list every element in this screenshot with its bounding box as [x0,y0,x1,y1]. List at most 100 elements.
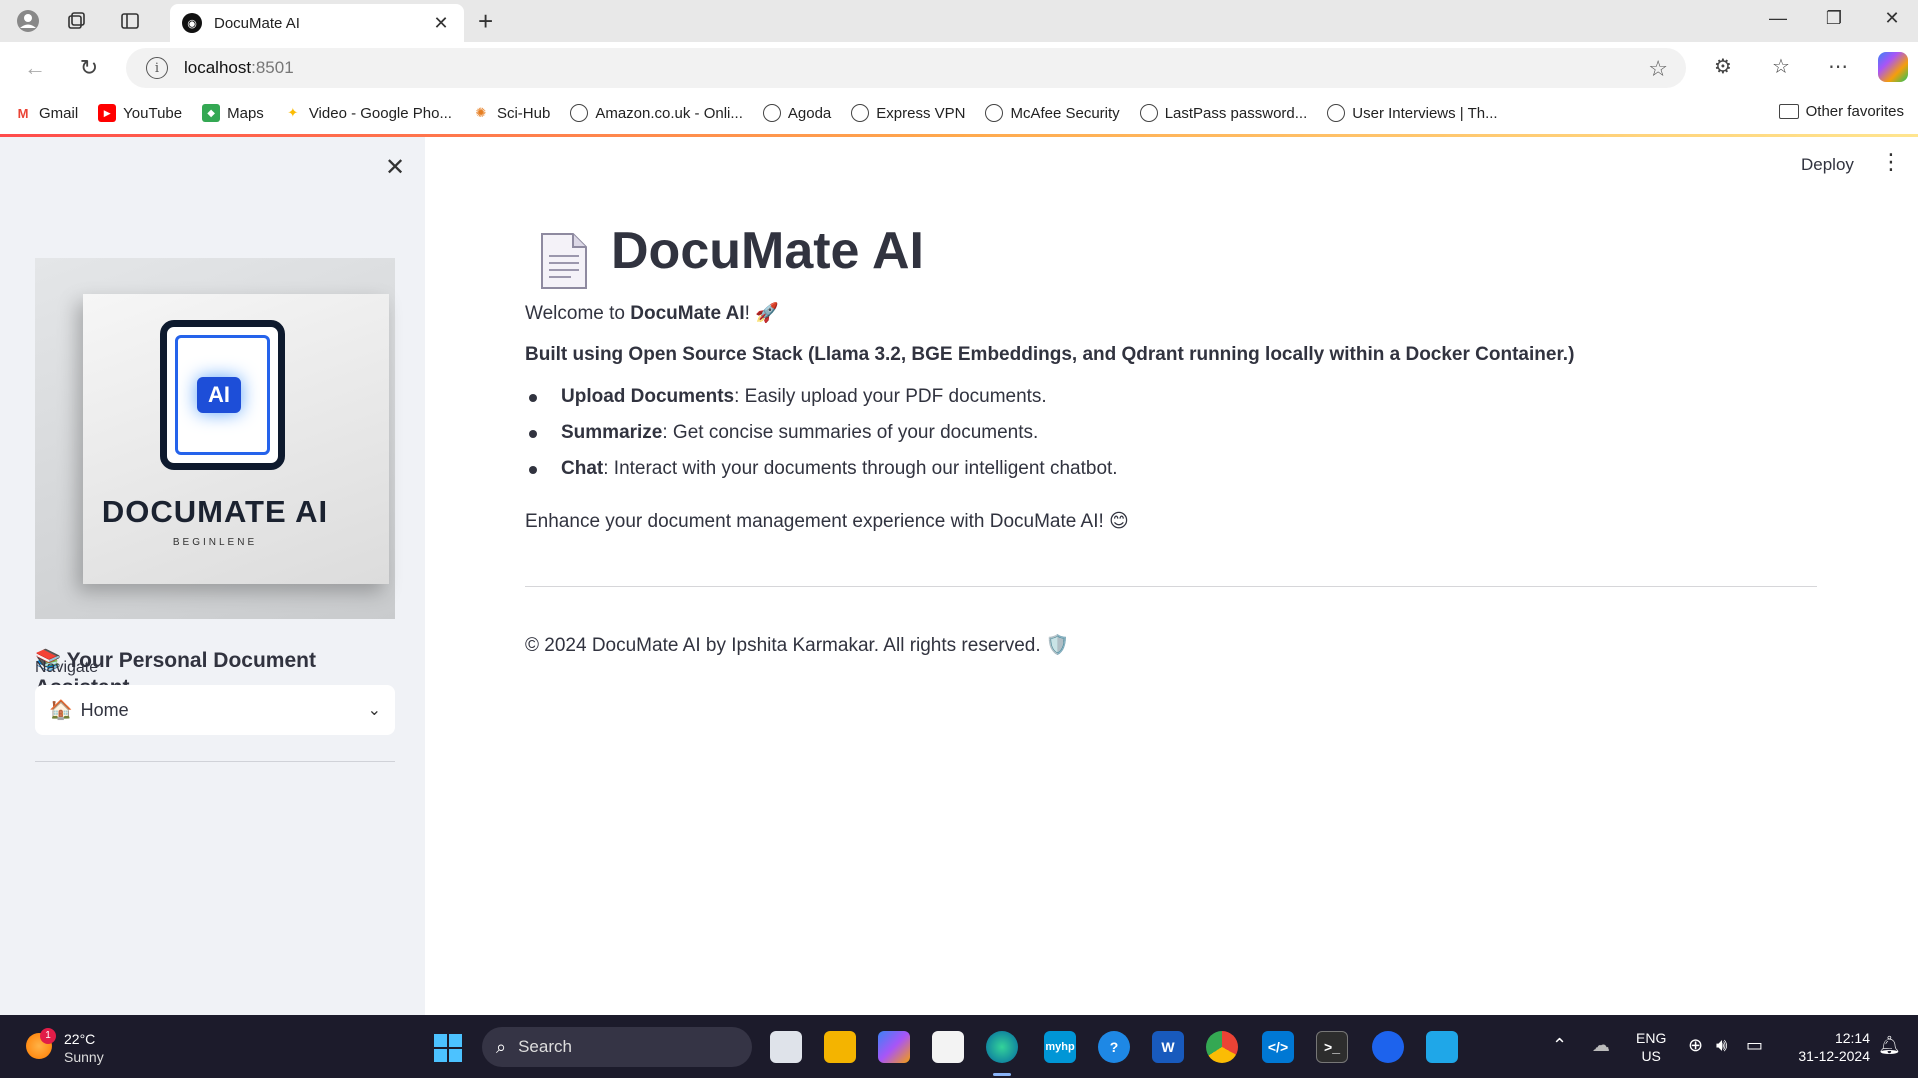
task-view-icon[interactable] [770,1031,802,1063]
close-sidebar-icon[interactable]: ✕ [383,153,407,182]
input-language[interactable]: ENG US [1636,1029,1666,1065]
more-options-icon[interactable]: ⋯ [1828,54,1848,79]
reload-icon[interactable]: ↻ [74,53,104,83]
bookmark-youtube[interactable]: ▶ YouTube [98,104,182,122]
logo-subtext: BEGINLENE [172,537,258,548]
tab-title: DocuMate AI [214,14,300,32]
chrome-icon[interactable] [1206,1031,1238,1063]
network-icon[interactable]: ⊕ [1688,1035,1703,1056]
microsoft-store-icon[interactable] [932,1031,964,1063]
help-icon[interactable]: ? [1098,1031,1130,1063]
welcome-text: Welcome to DocuMate AI! 🚀 [525,301,779,325]
edge-icon[interactable] [986,1031,1018,1063]
onedrive-icon[interactable]: ☁ [1592,1035,1610,1056]
extensions-icon[interactable]: ⚙ [1714,54,1732,79]
app-logo-image: AI DOCUMATE AI BEGINLENE [35,258,395,619]
docker-icon[interactable] [1372,1031,1404,1063]
notifications-icon[interactable]: 🔔︎ [1878,1035,1901,1056]
lang-code: ENG [1636,1030,1667,1046]
copilot-app-icon[interactable] [878,1031,910,1063]
bookmark-user-interviews[interactable]: User Interviews | Th... [1327,104,1498,122]
site-info-icon[interactable]: i [146,57,168,79]
clock[interactable]: 12:14 31-12-2024 [1790,1029,1870,1065]
bookmark-label: YouTube [123,104,183,122]
search-icon: ⌕ [496,1036,507,1057]
time: 12:14 [1834,1030,1870,1046]
weather-condition: Sunny [64,1049,104,1065]
document-circuit-icon: AI [160,320,285,470]
myhp-icon[interactable]: myhp [1044,1031,1076,1063]
navigate-label: Navigate [35,659,99,676]
search-label: Search [518,1037,572,1056]
favorite-star-icon[interactable]: ☆ [1648,56,1668,82]
minimize-icon[interactable]: — [1758,8,1798,29]
globe-icon [985,104,1004,122]
deploy-button[interactable]: Deploy [1801,155,1854,175]
file-explorer-icon[interactable] [824,1031,856,1063]
enhance-text: Enhance your document management experie… [525,511,1129,532]
bookmark-google-photos[interactable]: ✦ Video - Google Pho... [284,104,452,122]
bookmark-agoda[interactable]: Agoda [762,104,832,122]
restore-icon[interactable]: ❐ [1814,8,1854,29]
feature-desc: : Interact with your documents through o… [603,458,1118,479]
feature-desc: : Get concise summaries of your document… [662,422,1039,443]
bookmark-label: Amazon.co.uk - Onli... [595,104,743,122]
active-tab[interactable]: ◉ DocuMate AI ✕ [170,4,464,42]
copilot-icon[interactable] [1878,52,1908,82]
terminal-icon[interactable]: >_ [1316,1031,1348,1063]
profile-icon[interactable] [14,7,42,35]
vertical-tabs-icon[interactable] [116,7,144,35]
gmail-icon: M [17,105,29,121]
bullet [529,430,537,438]
bullet [529,394,537,402]
notepad-icon[interactable] [1426,1031,1458,1063]
folder-icon [1778,104,1799,119]
favorites-icon[interactable]: ☆ [1772,54,1790,79]
bookmark-lastpass[interactable]: LastPass password... [1139,104,1307,122]
main-menu-icon[interactable]: ⋮ [1880,149,1902,175]
show-hidden-icons-icon[interactable]: ⌃ [1552,1035,1567,1056]
workspaces-icon[interactable] [62,7,90,35]
globe-icon [1327,104,1346,122]
other-favorites[interactable]: Other favorites [1778,103,1904,120]
new-tab-icon[interactable]: + [478,8,493,34]
bookmark-label: Agoda [787,104,832,122]
logo-text: DOCUMATE AI [101,494,329,529]
url-field[interactable]: i localhost:8501 ☆ [126,48,1686,88]
bookmark-gmail[interactable]: M Gmail [14,104,79,122]
close-tab-icon[interactable]: ✕ [430,13,452,34]
feature-item: Upload Documents: Easily upload your PDF… [561,386,1047,408]
date: 31-12-2024 [1798,1048,1870,1064]
taskbar-search[interactable]: ⌕ Search [482,1027,752,1067]
select-value: Home [80,699,129,720]
bookmark-sci-hub[interactable]: ✺ Sci-Hub [472,104,551,122]
volume-icon[interactable]: 🔊︎ [1716,1035,1727,1056]
url-port: :8501 [251,58,294,77]
back-icon[interactable]: ← [20,53,50,83]
taskbar: 1 22°C Sunny ⌕ Search myhp ? W </> >_ ⌃ … [0,1015,1918,1078]
url-host: localhost [184,58,252,77]
bookmarks-bar: M Gmail ▶ YouTube ◆ Maps ✦ Video - Google Ph… [0,94,1918,132]
active-app-indicator [993,1073,1011,1076]
bookmark-amazon[interactable]: Amazon.co.uk - Onli... [570,104,743,122]
bookmark-mcafee[interactable]: McAfee Security [985,104,1120,122]
close-window-icon[interactable]: ✕ [1872,8,1912,29]
battery-icon[interactable]: ▭ [1746,1035,1763,1056]
bookmark-label: Maps [227,104,264,122]
welcome-bold: DocuMate AI [630,303,745,324]
shield-icon: 🛡️ [1045,635,1070,656]
chevron-down-icon: ⌄ [367,702,381,719]
start-menu-icon[interactable] [434,1034,462,1062]
bookmark-maps[interactable]: ◆ Maps [202,104,264,122]
word-icon[interactable]: W [1152,1031,1184,1063]
page-facing-up-icon [541,233,587,289]
bookmark-label: Gmail [39,104,79,122]
navigate-select[interactable]: 🏠 Home ⌄ [35,685,395,735]
bookmark-express-vpn[interactable]: Express VPN [851,104,965,122]
globe-icon [570,104,589,122]
other-favorites-label: Other favorites [1805,103,1904,120]
bookmark-label: McAfee Security [1010,104,1120,122]
content-divider [525,586,1817,587]
youtube-icon: ▶ [98,104,117,122]
vscode-icon[interactable]: </> [1262,1031,1294,1063]
